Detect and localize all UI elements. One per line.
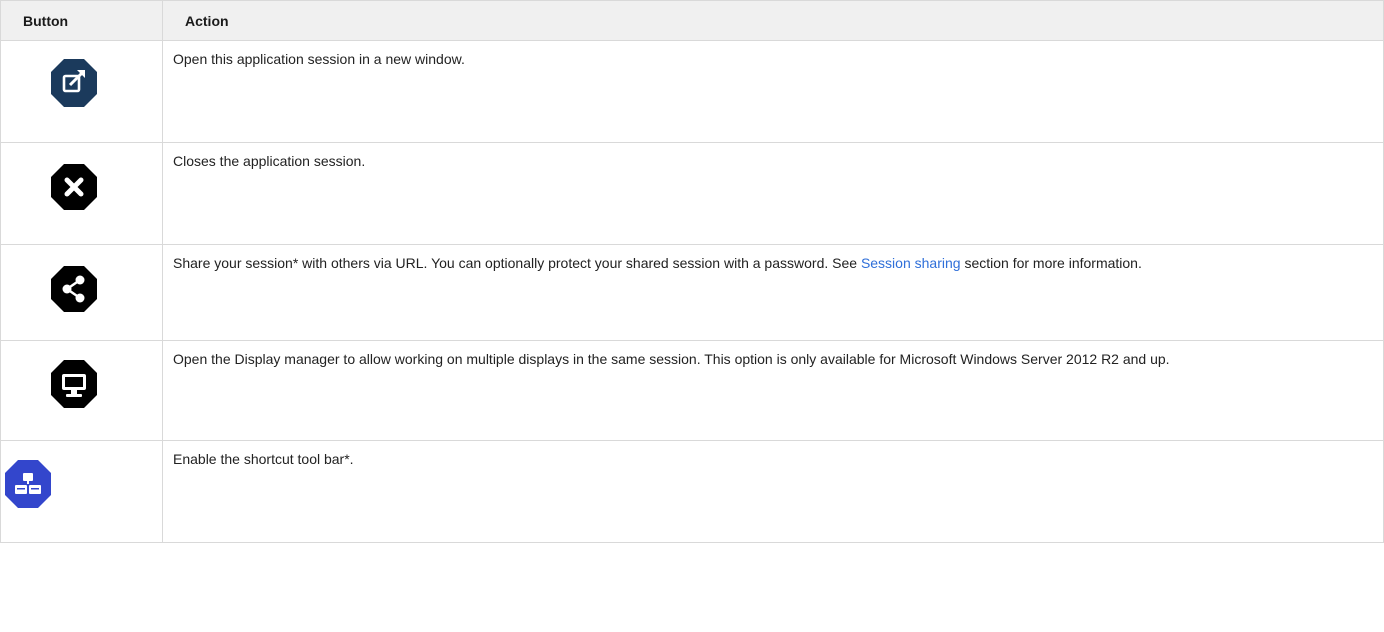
action-text-before: Share your session* with others via URL.… [173,255,861,271]
button-cell [0,340,163,441]
action-cell: Share your session* with others via URL.… [162,244,1384,341]
table-row: Open this application session in a new w… [0,40,1384,143]
button-cell [0,244,163,341]
action-text: Open the Display manager to allow workin… [173,351,1170,367]
open-in-new-window-icon [51,59,97,107]
close-icon [51,164,97,210]
button-cell [0,142,163,245]
action-cell: Enable the shortcut tool bar*. [162,440,1384,543]
table-row: Share your session* with others via URL.… [0,244,1384,341]
shortcut-toolbar-icon [5,460,51,508]
button-cell [0,440,163,543]
action-text: Enable the shortcut tool bar*. [173,451,354,467]
action-text: Closes the application session. [173,153,366,169]
action-cell: Closes the application session. [162,142,1384,245]
table-row: Open the Display manager to allow workin… [0,340,1384,441]
buttons-table: Button Action Open this application sess… [0,0,1384,543]
action-cell: Open the Display manager to allow workin… [162,340,1384,441]
table-row: Enable the shortcut tool bar*. [0,440,1384,543]
button-cell [0,40,163,143]
monitor-icon [51,360,97,408]
action-text-after: section for more information. [960,255,1142,271]
table-header-row: Button Action [0,0,1384,41]
header-action: Action [162,0,1384,41]
header-button: Button [0,0,163,41]
table-row: Closes the application session. [0,142,1384,245]
share-icon [51,266,97,312]
action-text: Open this application session in a new w… [173,51,465,67]
session-sharing-link[interactable]: Session sharing [861,255,961,271]
action-cell: Open this application session in a new w… [162,40,1384,143]
